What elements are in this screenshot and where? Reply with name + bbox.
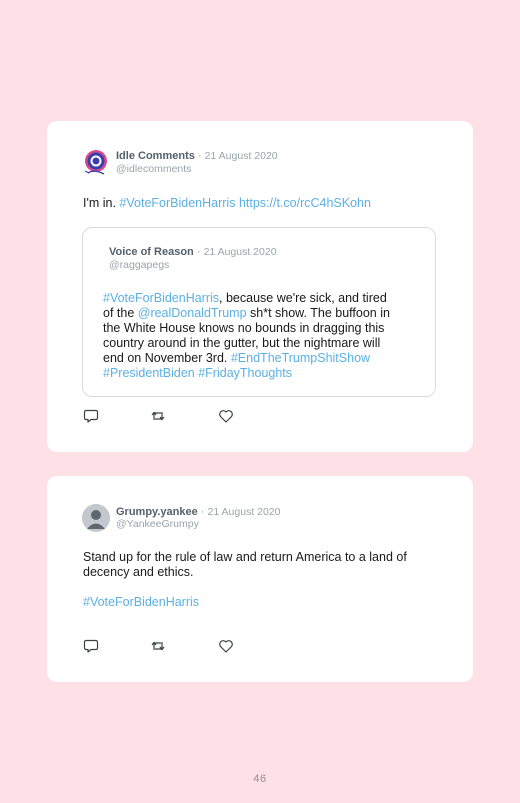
reply-icon[interactable]: [83, 638, 99, 654]
tweet-text-line: decency and ethics.: [83, 565, 194, 579]
separator: ·: [200, 506, 205, 518]
tweet-text-line: Stand up for the rule of law and return …: [83, 550, 407, 564]
like-icon[interactable]: [218, 638, 234, 654]
tweet-text: I'm in. #VoteForBidenHarris https://t.co…: [83, 196, 371, 211]
page-number: 46: [253, 773, 267, 785]
quoted-text-line: #PresidentBiden #FridayThoughts: [103, 366, 390, 381]
tweet-date[interactable]: 21 August 2020: [205, 150, 278, 162]
quoted-tweet-text: #VoteForBidenHarris, because we're sick,…: [103, 291, 390, 381]
author-name[interactable]: Idle Comments: [116, 150, 195, 162]
quoted-text-segment: country around in the gutter, but the ni…: [103, 336, 381, 350]
quoted-tweet[interactable]: Voice of Reason · 21 August 2020 @raggap…: [82, 227, 436, 397]
author-handle[interactable]: @idlecomments: [116, 163, 191, 175]
hashtag-link[interactable]: #EndTheTrumpShitShow: [231, 351, 370, 365]
avatar[interactable]: [82, 149, 110, 177]
idle-comments-logo-icon: [82, 149, 110, 177]
quoted-text-line: of the @realDonaldTrump sh*t show. The b…: [103, 306, 390, 321]
quoted-tweet-date[interactable]: 21 August 2020: [204, 246, 277, 258]
tweet-card-grumpy-yankee: Grumpy.yankee · 21 August 2020 @YankeeGr…: [47, 476, 473, 682]
separator: ·: [197, 150, 202, 162]
author-handle[interactable]: @YankeeGrumpy: [116, 518, 199, 530]
separator: ·: [196, 246, 201, 258]
default-profile-icon: [82, 504, 110, 532]
hashtag-link[interactable]: #VoteForBidenHarris: [119, 196, 235, 210]
quoted-text-segment: , because we're sick, and tired: [219, 291, 387, 305]
quoted-text-line: country around in the gutter, but the ni…: [103, 336, 390, 351]
hashtag-link[interactable]: #FridayThoughts: [198, 366, 292, 380]
quoted-text-line: #VoteForBidenHarris, because we're sick,…: [103, 291, 390, 306]
quoted-text-segment: end on November 3rd.: [103, 351, 231, 365]
tweet-card-idle-comments: Idle Comments · 21 August 2020 @idlecomm…: [47, 121, 473, 452]
author-name[interactable]: Grumpy.yankee: [116, 506, 198, 518]
tweet-text-prefix: I'm in.: [83, 196, 120, 210]
quoted-author-name[interactable]: Voice of Reason: [109, 246, 194, 258]
hashtag-link[interactable]: #PresidentBiden: [103, 366, 195, 380]
hashtag-link[interactable]: #VoteForBidenHarris: [83, 595, 199, 610]
mention-link[interactable]: @realDonaldTrump: [138, 306, 247, 320]
url-link[interactable]: https://t.co/rcC4hSKohn: [239, 196, 371, 210]
tweet-date[interactable]: 21 August 2020: [208, 506, 281, 518]
hashtag-link[interactable]: #VoteForBidenHarris: [103, 291, 219, 305]
quoted-text-line: the White House knows no bounds in dragg…: [103, 321, 390, 336]
retweet-icon[interactable]: [150, 408, 166, 424]
quoted-text-segment: of the: [103, 306, 138, 320]
quoted-text-line: end on November 3rd. #EndTheTrumpShitSho…: [103, 351, 390, 366]
reply-icon[interactable]: [83, 408, 99, 424]
quoted-text-segment: the White House knows no bounds in dragg…: [103, 321, 385, 335]
quoted-author-handle[interactable]: @raggapegs: [109, 259, 169, 271]
avatar[interactable]: [82, 504, 110, 532]
like-icon[interactable]: [218, 408, 234, 424]
retweet-icon[interactable]: [150, 638, 166, 654]
quoted-text-segment: sh*t show. The buffoon in: [246, 306, 390, 320]
tweet-text: Stand up for the rule of law and return …: [83, 550, 407, 580]
